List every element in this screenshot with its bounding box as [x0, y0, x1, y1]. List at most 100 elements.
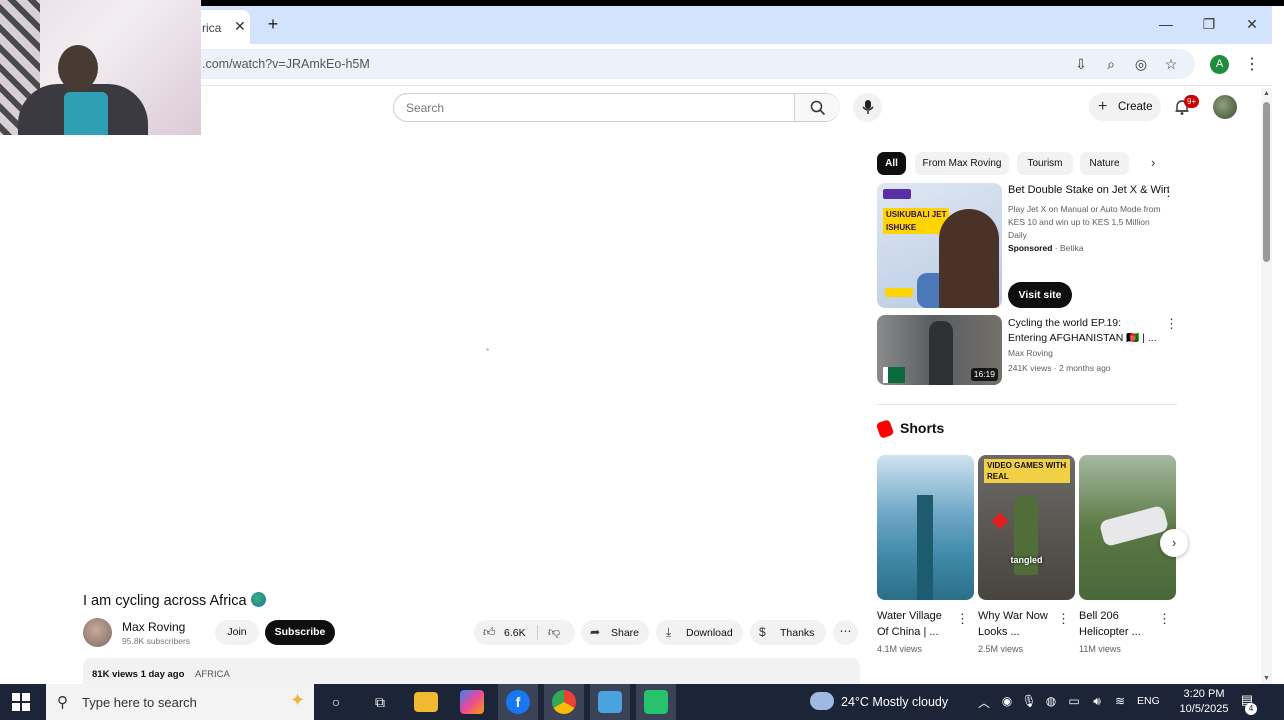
taskbar-search-icon: ⚲: [57, 694, 68, 711]
globe-icon: [250, 592, 266, 607]
search-icon: [810, 100, 826, 116]
thumbs-down-icon[interactable]: 👎︎: [548, 625, 560, 640]
channel-avatar[interactable]: [83, 618, 112, 647]
short-2-menu-icon[interactable]: ⋮: [1057, 611, 1070, 627]
hashtag[interactable]: AFRICA: [195, 669, 230, 680]
notification-count-badge: 4: [1245, 703, 1257, 715]
meet-icon[interactable]: ◉: [999, 694, 1015, 708]
visit-site-button[interactable]: Visit site: [1008, 282, 1072, 308]
chip-from-max-roving[interactable]: From Max Roving: [915, 152, 1009, 175]
facebook-icon[interactable]: f: [506, 690, 530, 714]
like-divider: [537, 625, 538, 640]
subscribe-button[interactable]: Subscribe: [265, 620, 335, 645]
browser-menu-icon[interactable]: ⋮: [1244, 54, 1260, 74]
weather-text[interactable]: 24°C Mostly cloudy: [841, 695, 948, 709]
recommended-channel[interactable]: Max Roving: [1008, 348, 1053, 358]
channel-name[interactable]: Max Roving: [122, 620, 185, 634]
green-app-icon[interactable]: [644, 690, 668, 714]
search-button[interactable]: [794, 94, 840, 121]
search-box[interactable]: Search: [393, 93, 840, 122]
tab-close-icon[interactable]: ✕: [234, 18, 246, 35]
shorts-heading: Shorts: [900, 420, 945, 436]
short-3-menu-icon[interactable]: ⋮: [1158, 611, 1171, 627]
page-scrollbar[interactable]: ▲ ▼: [1261, 88, 1272, 684]
taskbar-search[interactable]: ⚲ Type here to search ✦: [46, 684, 314, 720]
create-label: Create: [1118, 101, 1153, 113]
task-view-icon[interactable]: ⧉: [366, 688, 394, 716]
language-indicator[interactable]: ENG: [1137, 695, 1160, 707]
wifi-icon[interactable]: ≋: [1112, 694, 1128, 708]
account-avatar[interactable]: [1213, 95, 1237, 119]
short-1-menu-icon[interactable]: ⋮: [956, 611, 969, 627]
battery-icon[interactable]: ▭: [1066, 694, 1082, 708]
like-dislike-group: 👍︎ 6.6K 👎︎: [474, 620, 575, 645]
shorts-next-chevron-icon[interactable]: ›: [1160, 529, 1188, 557]
like-count[interactable]: 6.6K: [504, 627, 526, 639]
new-tab-button[interactable]: +: [263, 14, 283, 35]
rec-menu-icon[interactable]: ⋮: [1165, 316, 1178, 332]
video-title: I am cycling across Africa: [83, 592, 266, 609]
profile-avatar[interactable]: A: [1210, 55, 1229, 74]
more-actions-button[interactable]: ⋯: [833, 620, 858, 645]
thumbs-up-icon[interactable]: 👍︎: [483, 625, 496, 640]
cloud-app-icon[interactable]: [598, 691, 622, 713]
short-title-1[interactable]: Water Village Of China | ...: [877, 608, 952, 640]
short-3-helicopter: [1098, 504, 1170, 548]
scroll-up-icon[interactable]: ▲: [1263, 90, 1270, 97]
short-title-2[interactable]: Why War Now Looks ...: [978, 608, 1053, 640]
video-player[interactable]: [0, 135, 860, 581]
scrollbar-thumb[interactable]: [1263, 102, 1270, 262]
description-box[interactable]: 81K views 1 day ago AFRICA: [83, 658, 860, 684]
ad-menu-icon[interactable]: ⋮: [1162, 184, 1175, 200]
scroll-down-icon[interactable]: ▼: [1263, 675, 1270, 682]
chrome-icon[interactable]: [552, 690, 576, 714]
copilot-icon[interactable]: [460, 690, 484, 714]
volume-icon[interactable]: 🔊︎: [1089, 694, 1105, 709]
bookmark-star-icon[interactable]: ☆: [1162, 55, 1180, 73]
short-thumbnail-2[interactable]: VIDEO GAMES WITH REAL tangled: [978, 455, 1075, 600]
sponsored-label: Sponsored: [1008, 243, 1053, 253]
close-window-button[interactable]: ✕: [1242, 16, 1262, 33]
cortana-icon[interactable]: ○: [322, 688, 350, 716]
create-button[interactable]: + Create: [1089, 93, 1161, 121]
short-views-1: 4.1M views: [877, 644, 923, 654]
minimize-button[interactable]: —: [1156, 16, 1176, 32]
microphone-icon: [862, 100, 874, 114]
url-text[interactable]: .com/watch?v=JRAmkEo-h5M: [202, 57, 370, 71]
recommended-meta: 241K views · 2 months ago: [1008, 363, 1111, 373]
eye-off-icon[interactable]: ◎: [1132, 55, 1150, 73]
tray-chevron-icon[interactable]: ︿: [976, 694, 992, 711]
install-app-icon[interactable]: ⇩: [1072, 55, 1090, 73]
share-label: Share: [611, 627, 640, 639]
chip-tourism[interactable]: Tourism: [1017, 152, 1073, 175]
view-count: 81K views 1 day ago: [92, 669, 185, 680]
join-button[interactable]: Join: [215, 620, 259, 645]
clock[interactable]: 3:20 PM 10/5/2025: [1172, 687, 1236, 717]
webcam-overlay: [0, 0, 201, 151]
share-button[interactable]: ➦ Share: [581, 620, 649, 645]
recommended-video-thumbnail[interactable]: 16:19: [877, 315, 1002, 385]
maximize-button[interactable]: ❐: [1199, 16, 1219, 33]
cloud-weather-icon[interactable]: [810, 692, 834, 710]
microphone-tray-icon[interactable]: 🎙︎: [1021, 694, 1037, 708]
search-input[interactable]: Search: [406, 101, 444, 115]
chevron-right-icon[interactable]: ›: [1151, 155, 1155, 170]
address-bar[interactable]: .com/watch?v=JRAmkEo-h5M ⇩ ⌕ ◎ ☆: [150, 49, 1195, 79]
short-title-3[interactable]: Bell 206 Helicopter ...: [1079, 608, 1154, 640]
short-thumbnail-3[interactable]: [1079, 455, 1176, 600]
file-explorer-icon[interactable]: [414, 692, 438, 712]
ad-thumbnail[interactable]: USIKUBALI JET ISHUKE: [877, 183, 1002, 308]
chip-nature[interactable]: Nature: [1080, 152, 1129, 175]
chip-all[interactable]: All: [877, 152, 906, 175]
plus-icon: +: [1098, 98, 1108, 115]
thanks-button[interactable]: $ Thanks: [750, 620, 826, 645]
voice-search-button[interactable]: [853, 93, 882, 122]
taskbar-search-input[interactable]: Type here to search: [82, 695, 197, 710]
zoom-icon[interactable]: ⌕: [1102, 55, 1120, 73]
camera-tray-icon[interactable]: ◍: [1043, 694, 1059, 708]
download-button[interactable]: ⤓ Download: [656, 620, 743, 645]
ad-title[interactable]: Bet Double Stake on Jet X & Win: [1008, 184, 1169, 196]
recommended-video-title[interactable]: Cycling the world EP.19: Entering AFGHAN…: [1008, 316, 1158, 346]
windows-start-icon[interactable]: [12, 693, 30, 711]
short-thumbnail-1[interactable]: [877, 455, 974, 600]
